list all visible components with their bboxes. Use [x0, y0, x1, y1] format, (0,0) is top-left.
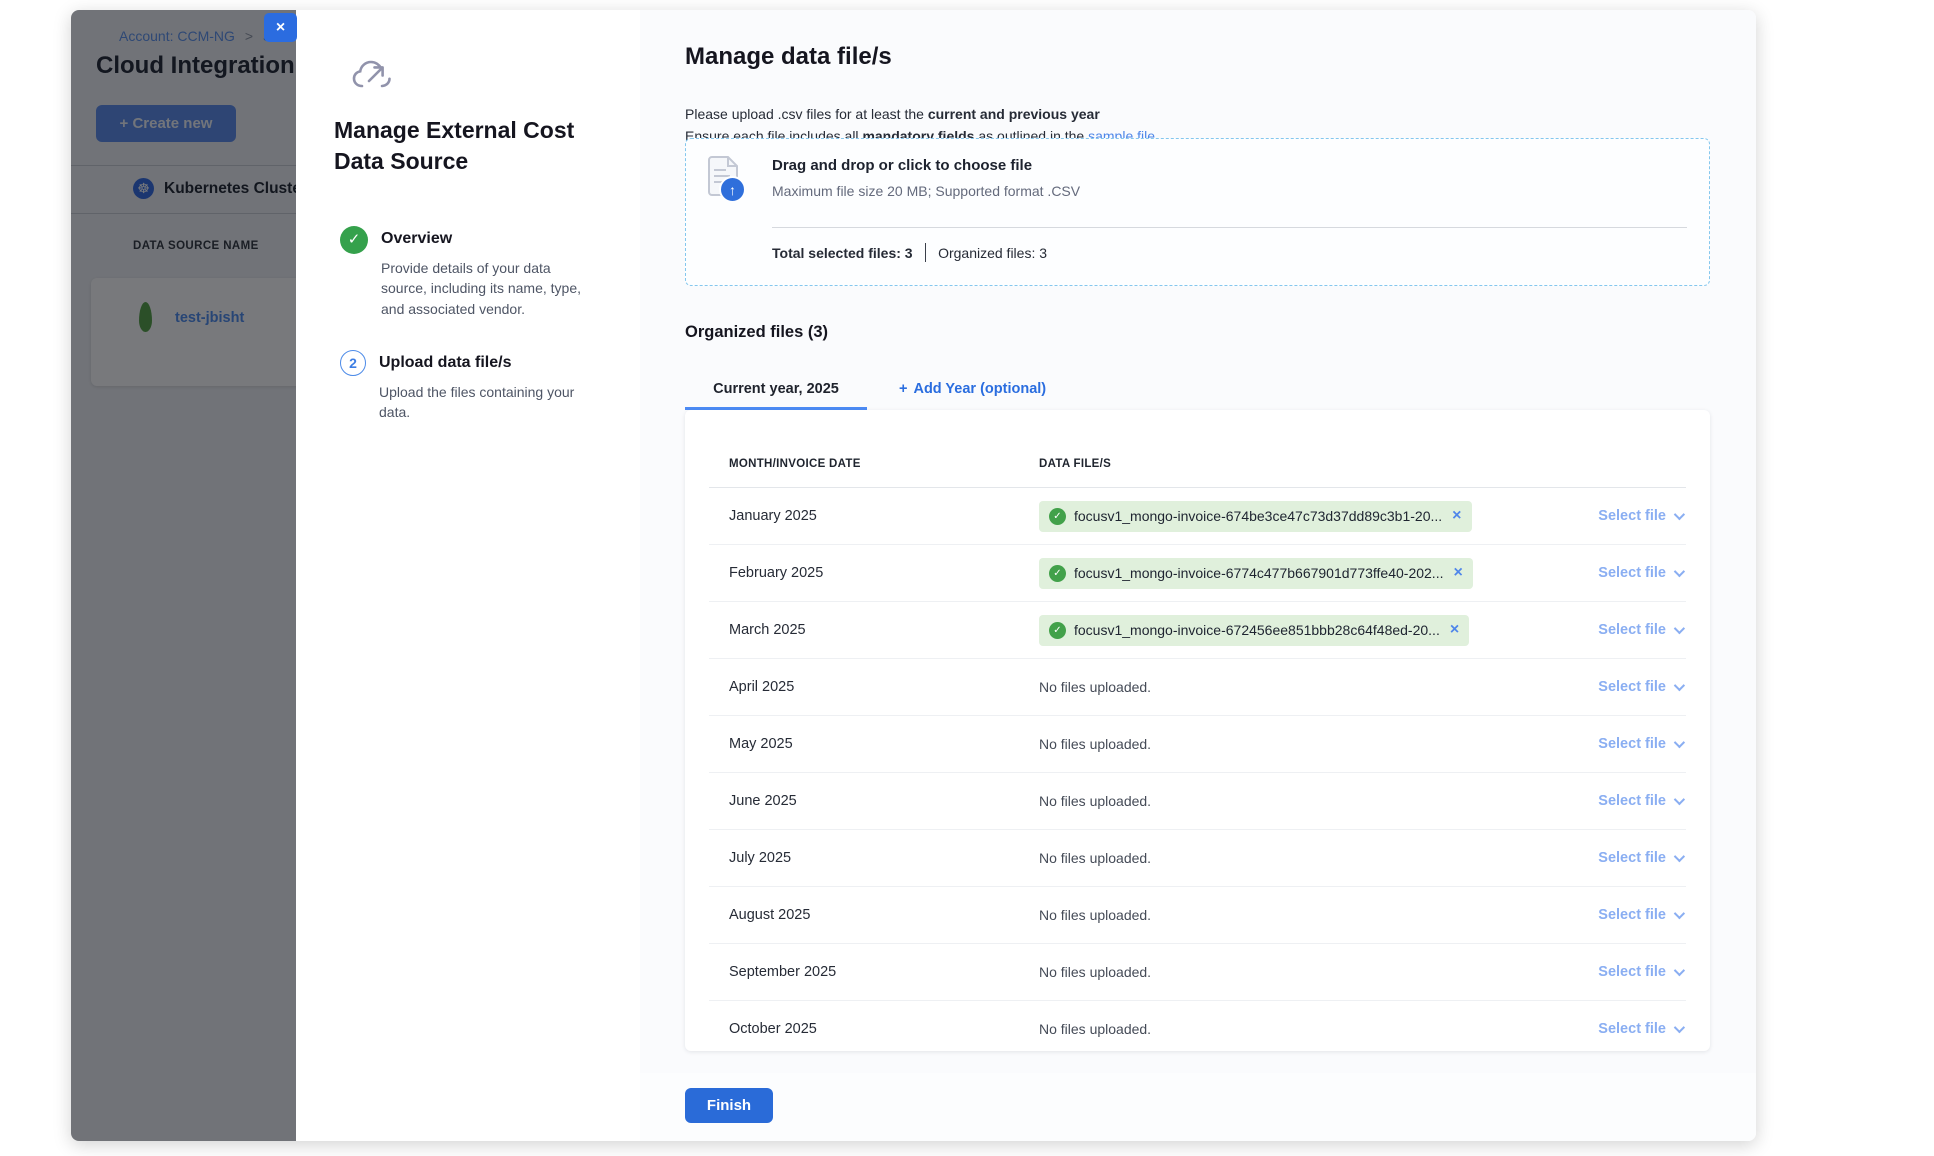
chevron-down-icon: [1674, 1022, 1685, 1033]
select-file-dropdown[interactable]: Select file: [1598, 1021, 1686, 1037]
table-row: May 2025 No files uploaded. Select file: [709, 716, 1686, 773]
app-window: Account: CCM-NG > Set Cloud Integration …: [71, 10, 1756, 1141]
cloud-export-icon: [352, 58, 396, 101]
table-header: MONTH/INVOICE DATE DATA FILE/S: [709, 440, 1686, 488]
instruction-line-1: Please upload .csv files for at least th…: [685, 103, 1155, 125]
file-name: focusv1_mongo-invoice-672456ee851bbb28c6…: [1074, 622, 1440, 638]
select-file-dropdown[interactable]: Select file: [1598, 793, 1686, 809]
step-overview-label: Overview: [381, 226, 593, 248]
organized-files-card: MONTH/INVOICE DATE DATA FILE/S January 2…: [685, 410, 1710, 1051]
month-label: February 2025: [729, 565, 1039, 581]
step-overview-description: Provide details of your data source, inc…: [381, 258, 593, 319]
month-label: June 2025: [729, 793, 1039, 809]
drawer-footer: Finish: [640, 1073, 1756, 1141]
month-label: April 2025: [729, 679, 1039, 695]
step-upload-label: Upload data file/s: [379, 350, 591, 372]
month-label: March 2025: [729, 622, 1039, 638]
plus-icon: +: [899, 381, 907, 397]
year-tabs: Current year, 2025 +Add Year (optional): [685, 374, 1046, 410]
remove-file-icon[interactable]: ×: [1452, 509, 1461, 523]
step-overview[interactable]: ✓ Overview Provide details of your data …: [340, 226, 593, 319]
upload-arrow-icon: ↑: [719, 176, 746, 203]
select-file-dropdown[interactable]: Select file: [1598, 622, 1686, 638]
select-file-dropdown[interactable]: Select file: [1598, 508, 1686, 524]
no-files-text: No files uploaded.: [1039, 850, 1566, 866]
table-row: October 2025 No files uploaded. Select f…: [709, 1001, 1686, 1051]
select-file-dropdown[interactable]: Select file: [1598, 736, 1686, 752]
table-row: June 2025 No files uploaded. Select file: [709, 773, 1686, 830]
organized-files-count: Organized files: 3: [938, 245, 1047, 261]
file-chip: ✓ focusv1_mongo-invoice-6774c477b667901d…: [1039, 558, 1473, 589]
month-label: July 2025: [729, 850, 1039, 866]
no-files-text: No files uploaded.: [1039, 907, 1566, 923]
file-chip: ✓ focusv1_mongo-invoice-672456ee851bbb28…: [1039, 615, 1469, 646]
table-row: February 2025 ✓ focusv1_mongo-invoice-67…: [709, 545, 1686, 602]
table-row: September 2025 No files uploaded. Select…: [709, 944, 1686, 1001]
remove-file-icon[interactable]: ×: [1450, 623, 1459, 637]
stepper-panel: Manage External Cost Data Source ✓ Overv…: [296, 10, 640, 1141]
file-name: focusv1_mongo-invoice-674be3ce47c73d37dd…: [1074, 508, 1442, 524]
chevron-down-icon: [1674, 908, 1685, 919]
select-file-dropdown[interactable]: Select file: [1598, 565, 1686, 581]
check-circle-icon: ✓: [1049, 622, 1066, 639]
table-row: August 2025 No files uploaded. Select fi…: [709, 887, 1686, 944]
finish-button[interactable]: Finish: [685, 1088, 773, 1123]
select-file-dropdown[interactable]: Select file: [1598, 964, 1686, 980]
drawer-title: Manage External Cost Data Source: [334, 115, 594, 177]
file-name: focusv1_mongo-invoice-6774c477b667901d77…: [1074, 565, 1443, 581]
month-label: May 2025: [729, 736, 1039, 752]
file-chip: ✓ focusv1_mongo-invoice-674be3ce47c73d37…: [1039, 501, 1472, 532]
chevron-down-icon: [1674, 737, 1685, 748]
step-complete-check-icon: ✓: [340, 226, 368, 254]
month-label: September 2025: [729, 964, 1039, 980]
organized-files-heading: Organized files (3): [685, 323, 828, 342]
table-row: April 2025 No files uploaded. Select fil…: [709, 659, 1686, 716]
dropzone-title: Drag and drop or click to choose file: [772, 157, 1032, 174]
modal-dim-overlay: [71, 10, 296, 1141]
no-files-text: No files uploaded.: [1039, 736, 1566, 752]
select-file-dropdown[interactable]: Select file: [1598, 850, 1686, 866]
table-row: March 2025 ✓ focusv1_mongo-invoice-67245…: [709, 602, 1686, 659]
file-dropzone[interactable]: ↑ Drag and drop or click to choose file …: [685, 138, 1710, 286]
header-data-files: DATA FILE/S: [1039, 458, 1686, 470]
chevron-down-icon: [1674, 566, 1685, 577]
chevron-down-icon: [1674, 965, 1685, 976]
month-label: January 2025: [729, 508, 1039, 524]
month-label: October 2025: [729, 1021, 1039, 1037]
remove-file-icon[interactable]: ×: [1453, 566, 1462, 580]
divider: [772, 227, 1687, 228]
table-row: July 2025 No files uploaded. Select file: [709, 830, 1686, 887]
chevron-down-icon: [1674, 509, 1685, 520]
select-file-dropdown[interactable]: Select file: [1598, 679, 1686, 695]
chevron-down-icon: [1674, 851, 1685, 862]
total-selected-files: Total selected files: 3: [772, 245, 913, 261]
check-circle-icon: ✓: [1049, 508, 1066, 525]
table-row: January 2025 ✓ focusv1_mongo-invoice-674…: [709, 488, 1686, 545]
no-files-text: No files uploaded.: [1039, 1021, 1566, 1037]
no-files-text: No files uploaded.: [1039, 679, 1566, 695]
check-circle-icon: ✓: [1049, 565, 1066, 582]
chevron-down-icon: [1674, 623, 1685, 634]
manage-external-cost-drawer: Manage External Cost Data Source ✓ Overv…: [296, 10, 1756, 1141]
divider: [925, 243, 927, 262]
month-label: August 2025: [729, 907, 1039, 923]
chevron-down-icon: [1674, 680, 1685, 691]
dropzone-totals: Total selected files: 3 Organized files:…: [772, 243, 1047, 262]
add-year-button[interactable]: +Add Year (optional): [899, 374, 1046, 410]
no-files-text: No files uploaded.: [1039, 964, 1566, 980]
step-upload-description: Upload the files containing your data.: [379, 382, 591, 423]
no-files-text: No files uploaded.: [1039, 793, 1566, 809]
chevron-down-icon: [1674, 794, 1685, 805]
step-number-icon: 2: [340, 350, 366, 376]
content-title: Manage data file/s: [685, 43, 892, 71]
step-upload-data-files[interactable]: 2 Upload data file/s Upload the files co…: [340, 350, 591, 423]
upload-step-content: Manage data file/s Please upload .csv fi…: [640, 10, 1756, 1141]
tab-current-year-2025[interactable]: Current year, 2025: [685, 374, 867, 410]
dropzone-subtitle: Maximum file size 20 MB; Supported forma…: [772, 183, 1080, 199]
header-month-invoice-date: MONTH/INVOICE DATE: [729, 458, 1039, 470]
background-page: Account: CCM-NG > Set Cloud Integration …: [71, 10, 296, 1141]
close-drawer-button[interactable]: ×: [264, 13, 297, 42]
select-file-dropdown[interactable]: Select file: [1598, 907, 1686, 923]
